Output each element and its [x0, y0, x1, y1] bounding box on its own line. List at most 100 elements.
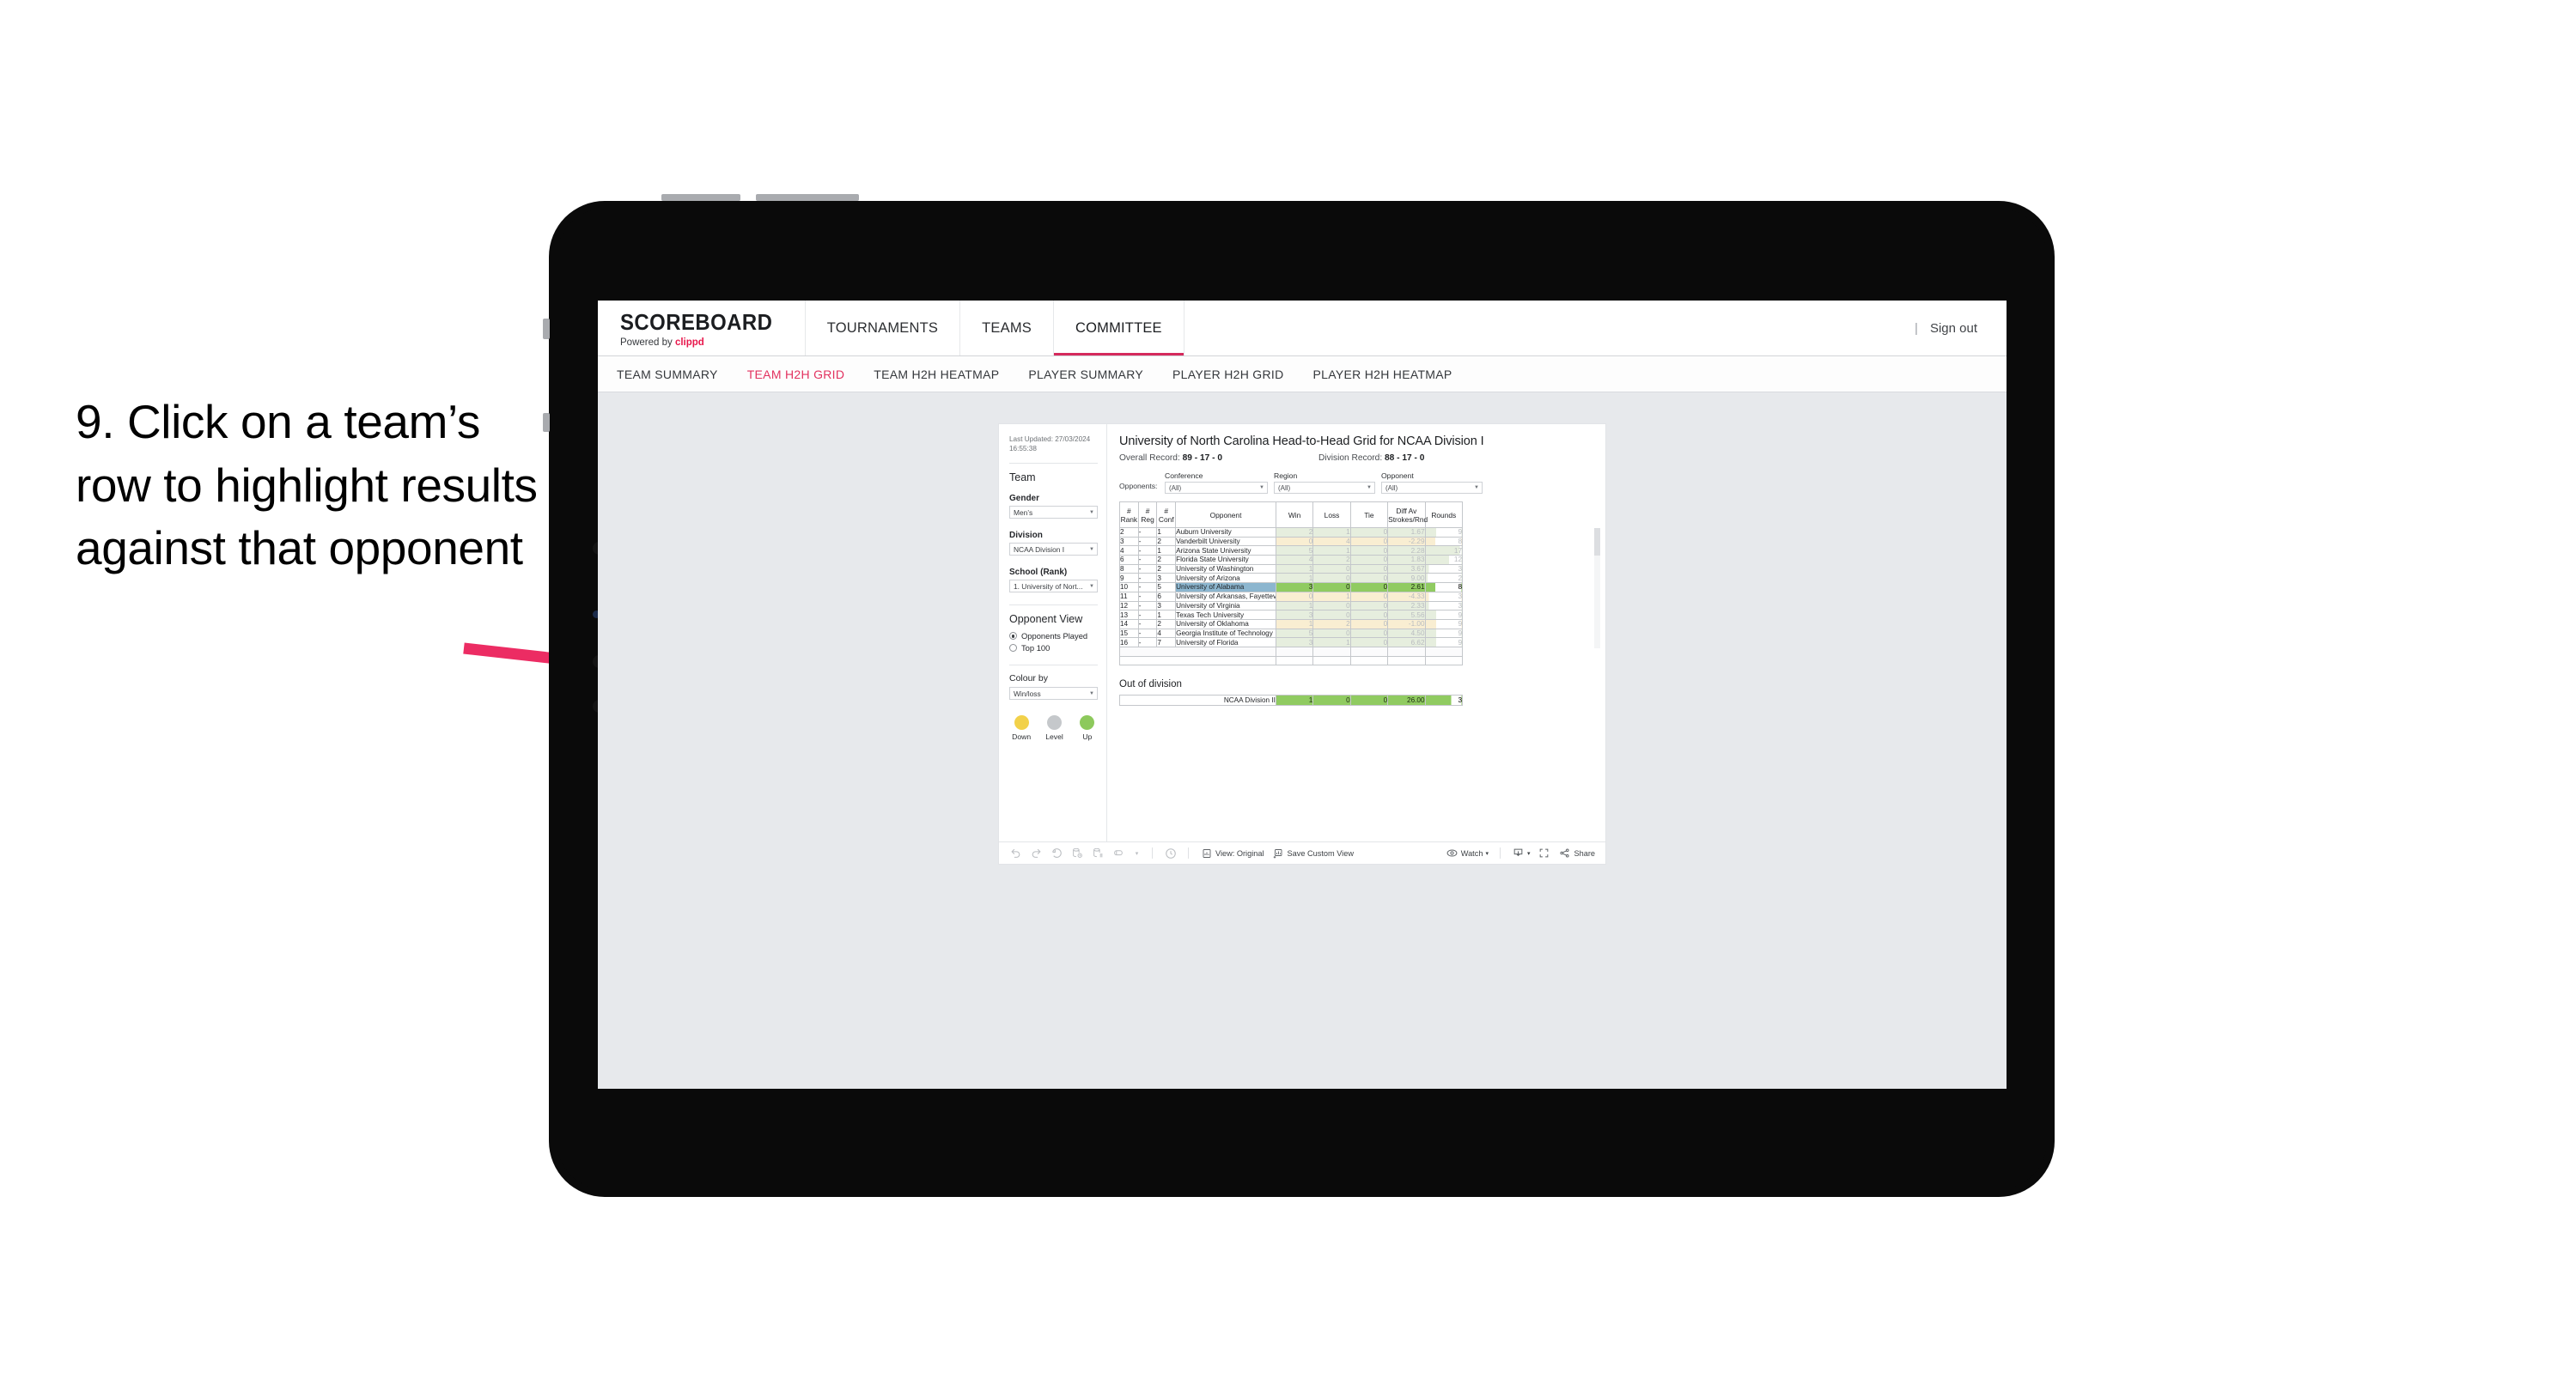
table-scrollbar-thumb[interactable]: [1594, 528, 1600, 556]
conference-filter-value: (All): [1169, 483, 1182, 492]
cell-reg: -: [1137, 536, 1158, 547]
table-row[interactable]: 9-3 University of Arizona 1 0 0 9.00 2: [1119, 573, 1464, 584]
refresh-data-icon[interactable]: [1071, 847, 1084, 860]
table-row[interactable]: 10-5 University of Alabama 3 0 0 2.61 8: [1119, 582, 1464, 592]
cell-opponent: University of Virginia: [1175, 600, 1276, 611]
view-original-button[interactable]: View: Original: [1200, 847, 1264, 860]
conference-filter-select[interactable]: (All) ▼: [1165, 482, 1268, 494]
radio-opponents-played[interactable]: Opponents Played: [1009, 631, 1098, 641]
volume-down-button[interactable]: [756, 194, 859, 201]
legend-item-down: Down: [1011, 715, 1032, 741]
table-row[interactable]: 2-1 Auburn University 2 1 0 1.67 9: [1119, 527, 1464, 538]
col-rounds[interactable]: Rounds: [1424, 501, 1464, 528]
cell-conf: 2: [1156, 555, 1177, 565]
nav-item-committee[interactable]: COMMITTEE: [1054, 301, 1184, 355]
sign-out-link[interactable]: Sign out: [1930, 321, 1977, 336]
table-row[interactable]: 16-7 University of Florida 3 1 0 6.62 9: [1119, 637, 1464, 647]
side-button[interactable]: [543, 413, 550, 432]
opponents-filter-label: Opponents:: [1119, 482, 1158, 490]
cell-reg: -: [1137, 591, 1158, 602]
opponent-filter-select[interactable]: (All) ▼: [1381, 482, 1483, 494]
radio-top-100[interactable]: Top 100: [1009, 643, 1098, 653]
save-custom-view-button[interactable]: Save Custom View: [1272, 847, 1354, 860]
cell-opponent: University of Washington: [1175, 563, 1276, 574]
school-rank-label: School (Rank): [1009, 568, 1068, 578]
col-diff-l2: Strokes/Rnd: [1388, 514, 1428, 524]
cell-conf: 4: [1156, 628, 1177, 639]
col-conf[interactable]: # Conf: [1156, 501, 1177, 528]
screenshot-root: 9. Click on a team’s row to highlight re…: [0, 0, 2576, 1385]
cell-loss: 1: [1312, 591, 1351, 602]
table-row[interactable]: 6-2 Florida State University 4 2 0 1.83 12: [1119, 555, 1464, 565]
power-button[interactable]: [543, 319, 550, 339]
revert-icon[interactable]: [1050, 847, 1063, 860]
table-row[interactable]: 14-2 University of Oklahoma 1 2 0 -1.00 9: [1119, 618, 1464, 629]
col-rank-l2: Rank: [1120, 514, 1138, 524]
brand-logo[interactable]: SCOREBOARD Powered by clippd: [598, 301, 806, 355]
table-row[interactable]: 13-1 Texas Tech University 3 0 0 5.56 9: [1119, 610, 1464, 620]
table-row[interactable]: 12-3 University of Virginia 1 0 0 2.33 3: [1119, 600, 1464, 611]
visualization-card: Last Updated: 27/03/2024 16:55:38 Team G…: [998, 423, 1606, 865]
table-row[interactable]: 8-2 University of Washington 1 0 0 3.67 3: [1119, 563, 1464, 574]
nav-item-tournaments[interactable]: TOURNAMENTS: [806, 301, 961, 355]
col-tie[interactable]: Tie: [1349, 501, 1389, 528]
col-rank[interactable]: # Rank: [1119, 501, 1139, 528]
table-row[interactable]: 4-1 Arizona State University 5 1 0 2.28 17: [1119, 545, 1464, 556]
cell-tie: 0: [1349, 555, 1389, 565]
tab-team-h2h-heatmap[interactable]: TEAM H2H HEATMAP: [874, 368, 999, 381]
view-original-toggle-icon[interactable]: [1112, 847, 1125, 860]
volume-up-button[interactable]: [661, 194, 740, 201]
col-loss[interactable]: Loss: [1312, 501, 1351, 528]
pause-refresh-clock-icon[interactable]: [1164, 847, 1177, 860]
tab-player-h2h-heatmap[interactable]: PLAYER H2H HEATMAP: [1313, 368, 1452, 381]
nav-item-teams[interactable]: TEAMS: [960, 301, 1054, 355]
col-reg[interactable]: # Reg: [1137, 501, 1158, 528]
cell-loss: 0: [1312, 610, 1351, 620]
watch-label: Watch: [1460, 848, 1483, 858]
colour-by-select[interactable]: Win/loss ▼: [1009, 687, 1098, 701]
division-select[interactable]: NCAA Division I ▼: [1009, 543, 1098, 556]
cell-rounds: 9: [1424, 618, 1464, 629]
pause-auto-update-icon[interactable]: [1092, 847, 1105, 860]
col-opponent[interactable]: Opponent: [1175, 501, 1276, 528]
table-row[interactable]: 15-4 Georgia Institute of Technology 5 0 0 4.…: [1119, 628, 1464, 639]
undo-icon[interactable]: [1009, 847, 1022, 860]
out-of-division-title: Out of division: [1119, 679, 1182, 690]
opponent-filter-label: Opponent: [1381, 471, 1414, 480]
brand-tagline: Powered by clippd: [620, 337, 786, 348]
gender-select[interactable]: Men’s ▼: [1009, 506, 1098, 519]
cell-rank: 16: [1119, 637, 1139, 647]
blank-rounds: [1424, 646, 1464, 657]
school-rank-select[interactable]: 1. University of Nort... ▼: [1009, 580, 1098, 593]
col-win[interactable]: Win: [1275, 501, 1314, 528]
cell-loss: 2: [1312, 618, 1351, 629]
tab-team-summary[interactable]: TEAM SUMMARY: [617, 368, 718, 381]
redo-icon[interactable]: [1030, 847, 1043, 860]
table-row[interactable]: NCAA Division II 1 0 0 26.00 3: [1119, 695, 1464, 707]
page-title: University of North Carolina Head-to-Hea…: [1119, 434, 1484, 448]
tab-player-summary[interactable]: PLAYER SUMMARY: [1028, 368, 1143, 381]
tab-player-h2h-grid[interactable]: PLAYER H2H GRID: [1172, 368, 1284, 381]
brand-tagline-prefix: Powered by: [620, 337, 675, 348]
tab-team-h2h-grid[interactable]: TEAM H2H GRID: [747, 368, 845, 381]
region-filter-select[interactable]: (All) ▼: [1274, 482, 1375, 494]
chevron-down-icon: ▼: [1089, 690, 1094, 696]
col-diff[interactable]: Diff Av Strokes/Rnd: [1387, 501, 1428, 528]
cell-loss: 2: [1312, 555, 1351, 565]
fullscreen-icon[interactable]: [1538, 847, 1550, 860]
colour-legend: Down Level Up: [1009, 715, 1098, 741]
cell-conf: 2: [1156, 563, 1177, 574]
table-row[interactable]: 11-6 University of Arkansas, Fayetteville…: [1119, 591, 1464, 602]
cell-rounds: 17: [1424, 545, 1464, 556]
download-button[interactable]: ▾: [1512, 847, 1530, 860]
cell-loss: 4: [1312, 536, 1351, 547]
toolbar-caret-icon[interactable]: ▾: [1133, 847, 1141, 860]
share-button[interactable]: Share: [1558, 847, 1595, 860]
last-updated-text: Last Updated: 27/03/2024 16:55:38: [1009, 435, 1091, 453]
watch-button[interactable]: Watch ▾: [1446, 847, 1489, 860]
blank-left: [1119, 646, 1276, 657]
cell-diff: 5.56: [1387, 610, 1426, 620]
foot-loss: [1312, 655, 1351, 666]
table-row[interactable]: 3-2 Vanderbilt University 0 4 0 -2.29 8: [1119, 536, 1464, 547]
ood-rounds-value: 3: [1458, 696, 1462, 705]
